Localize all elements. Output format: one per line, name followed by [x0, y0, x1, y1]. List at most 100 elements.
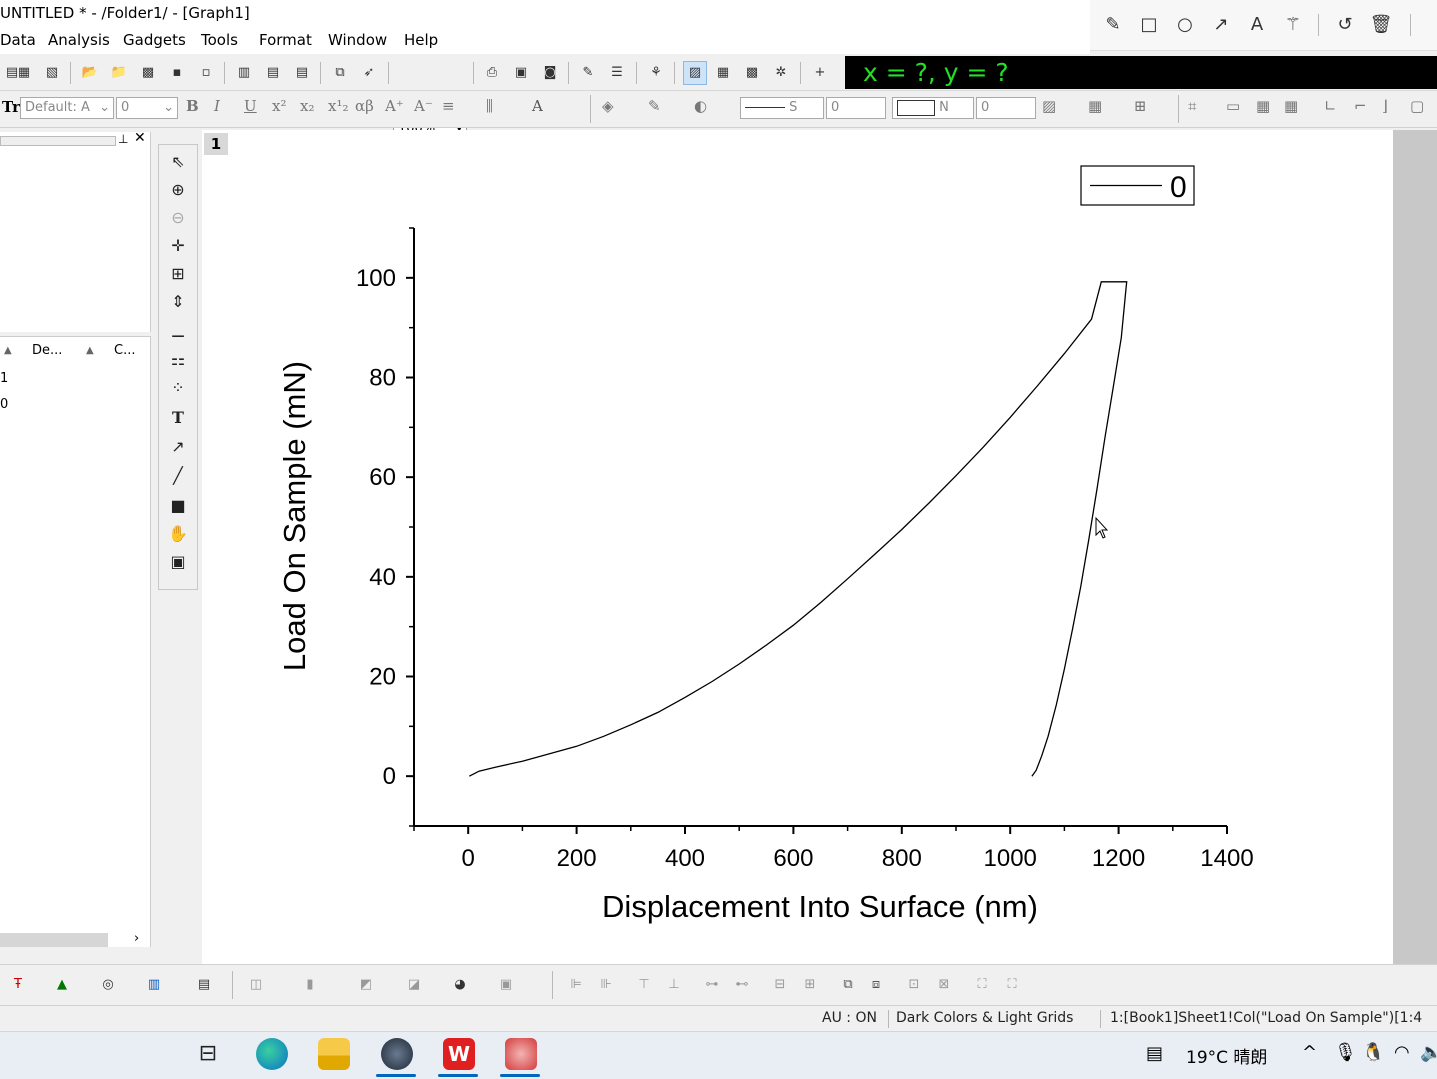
slideshow-icon[interactable]: ▣ — [509, 61, 533, 85]
panel-splitter[interactable] — [0, 136, 116, 146]
import-multiple-icon[interactable]: ▤ — [290, 61, 314, 85]
align-right-icon[interactable]: ⊪ — [594, 973, 618, 997]
align-left-icon[interactable]: ⊫ — [564, 973, 588, 997]
regional-mask-icon[interactable]: ⚏ — [167, 349, 189, 371]
menu-format[interactable]: Format — [259, 31, 312, 49]
error-bar-icon[interactable]: Ŧ — [6, 973, 30, 997]
send-back-icon[interactable]: ⧈ — [864, 973, 888, 997]
wall-icon[interactable]: ◩ — [354, 973, 378, 997]
histogram-icon[interactable]: ▥ — [142, 973, 166, 997]
column-icon[interactable]: ⫼ — [486, 97, 493, 115]
bold-icon[interactable]: B — [186, 97, 199, 115]
recalculate-icon[interactable]: ⧉ — [328, 61, 352, 85]
text-icon[interactable]: A — [1244, 12, 1270, 38]
area-chart-icon[interactable]: ▲ — [50, 973, 74, 997]
circle-icon[interactable]: ○ — [1172, 12, 1198, 38]
polar-icon[interactable]: ◎ — [96, 973, 120, 997]
menu-window[interactable]: Window — [328, 31, 387, 49]
hatch-icon[interactable]: ▨ — [1042, 97, 1056, 115]
sort-up-icon[interactable]: ▲ — [4, 345, 12, 356]
list-item[interactable]: 0 — [0, 397, 8, 412]
fill-color-icon[interactable]: ◈ — [602, 97, 614, 115]
underline-icon[interactable]: U — [244, 97, 257, 115]
horizontal-scrollbar[interactable] — [0, 933, 108, 947]
data-cursor-icon[interactable]: ⇕ — [167, 291, 189, 313]
image-icon[interactable]: ▣ — [494, 973, 518, 997]
align-bottom-icon[interactable]: ⊥ — [662, 973, 686, 997]
axis-top-icon[interactable]: ⌐ — [1354, 97, 1367, 115]
align-top-icon[interactable]: ⊤ — [632, 973, 656, 997]
zoom-out-icon[interactable]: ⊖ — [167, 207, 189, 229]
task-view-icon[interactable]: ⊟ — [192, 1038, 224, 1070]
table-icon[interactable]: ⊞ — [1134, 97, 1147, 115]
export-icon[interactable]: ◙ — [538, 61, 562, 85]
save-template-icon[interactable]: ▫ — [194, 61, 218, 85]
line-style-select[interactable]: S — [740, 97, 824, 119]
legend[interactable]: 0 — [1080, 165, 1195, 206]
group-icon[interactable]: ⊡ — [902, 973, 926, 997]
folder-tree[interactable]: ⊥ ✕ — [0, 130, 151, 332]
run-icon[interactable]: ➶ — [357, 61, 381, 85]
weather-text[interactable]: 19°C 晴朗 — [1186, 1043, 1267, 1068]
fill-width-select[interactable]: 0 — [976, 97, 1036, 119]
wps-office-icon[interactable]: W — [443, 1038, 475, 1070]
text-tool-icon[interactable]: T — [167, 407, 189, 429]
project-explorer-icon[interactable]: ⚘ — [644, 61, 668, 85]
menu-tools[interactable]: Tools — [201, 31, 238, 49]
app-icon[interactable] — [381, 1038, 413, 1070]
axis-box-icon[interactable]: ▢ — [1410, 97, 1424, 115]
qq-icon[interactable]: 🐧 — [1362, 1042, 1384, 1063]
rectangle-tool-icon[interactable]: ■ — [167, 495, 189, 517]
layer-icon[interactable]: ▭ — [1226, 97, 1240, 115]
pointer-icon[interactable]: ⇖ — [167, 151, 189, 173]
speaker-icon[interactable]: 🔈 — [1420, 1042, 1437, 1063]
pin-icon[interactable]: ⊥ — [118, 132, 128, 146]
rectangle-icon[interactable]: □ — [1136, 12, 1162, 38]
align-hcenter-icon[interactable]: ⊷ — [730, 973, 754, 997]
menu-gadgets[interactable]: Gadgets — [123, 31, 186, 49]
surface-icon[interactable]: ◫ — [244, 973, 268, 997]
bring-front-icon[interactable]: ⧉ — [836, 973, 860, 997]
draw-data-icon[interactable]: ⁘ — [167, 377, 189, 399]
hand-icon[interactable]: ✋ — [167, 523, 189, 545]
arrange-icon[interactable]: ▦ — [1284, 97, 1298, 115]
object-manager-icon[interactable]: ▨ — [683, 61, 707, 85]
align-vcenter-icon[interactable]: ⊶ — [700, 973, 724, 997]
screen-reader-icon[interactable]: ⊞ — [167, 263, 189, 285]
results-log-icon[interactable]: ☰ — [605, 61, 629, 85]
decrease-font-icon[interactable]: A⁻ — [414, 97, 433, 115]
fill-select[interactable]: N — [892, 97, 974, 119]
command-window-icon[interactable]: ▩ — [740, 61, 764, 85]
wifi-icon[interactable]: ◠ — [1394, 1042, 1410, 1063]
arrow-tool-icon[interactable]: ↗ — [167, 436, 189, 458]
pencil-icon[interactable]: ✎ — [1100, 12, 1126, 38]
ungroup-icon[interactable]: ⊠ — [932, 973, 956, 997]
column-header-comment[interactable]: C... — [114, 343, 135, 358]
menu-help[interactable]: Help — [404, 31, 438, 49]
notes-icon[interactable]: ✎ — [576, 61, 600, 85]
add-app-icon[interactable]: + — [808, 61, 832, 85]
greek-icon[interactable]: αβ — [355, 97, 374, 115]
open-icon[interactable]: 📂 — [78, 61, 102, 85]
import-icon[interactable]: ▥ — [232, 61, 256, 85]
data-reader-icon[interactable]: ✛ — [167, 235, 189, 257]
pattern-color-icon[interactable]: ◐ — [694, 97, 707, 115]
status-theme[interactable]: Dark Colors & Light Grids — [896, 1010, 1073, 1026]
undo-icon[interactable]: ↺ — [1332, 12, 1358, 38]
axis-icon[interactable]: ⌗ — [1188, 97, 1196, 115]
line-width-select[interactable]: 0 — [826, 97, 886, 119]
arrow-icon[interactable]: ↗ — [1208, 12, 1234, 38]
align-icon[interactable]: ≡ — [442, 97, 455, 115]
new-worksheet-icon[interactable]: ▦ — [12, 61, 36, 85]
line-tool-icon[interactable]: ╱ — [167, 465, 189, 487]
axis-right-icon[interactable]: ⌋ — [1382, 97, 1388, 115]
axis-left-icon[interactable]: ∟ — [1324, 97, 1337, 115]
import-single-icon[interactable]: ▤ — [261, 61, 285, 85]
font-select[interactable]: Default: A ⌄ — [20, 97, 114, 119]
resize-icon[interactable]: ⛶ — [970, 973, 994, 997]
subscript-icon[interactable]: x₂ — [300, 97, 314, 115]
scroll-right-icon[interactable]: › — [134, 931, 139, 946]
open-template-icon[interactable]: 📁 — [107, 61, 131, 85]
close-icon[interactable]: ✕ — [134, 130, 146, 146]
chevron-up-icon[interactable]: ^ — [1302, 1042, 1317, 1063]
